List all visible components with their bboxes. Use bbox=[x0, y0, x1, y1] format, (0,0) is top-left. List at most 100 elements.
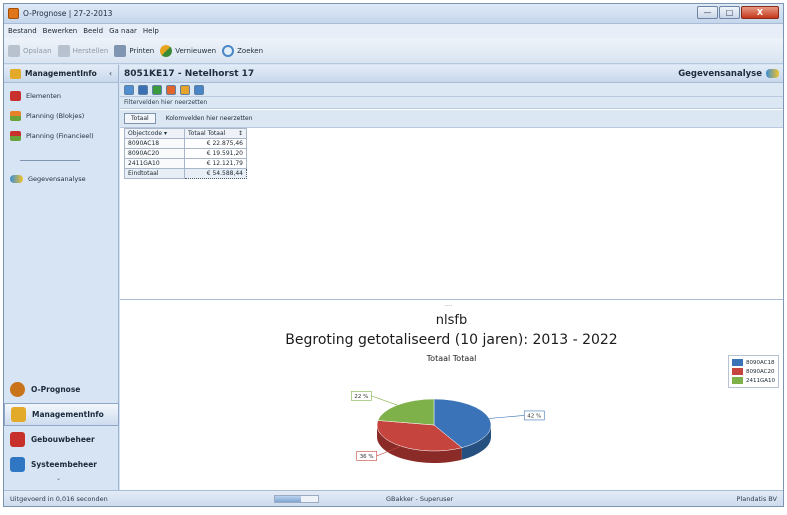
pie-data-label: 22 % bbox=[354, 394, 368, 400]
total-value[interactable]: € 54.588,44 bbox=[184, 168, 247, 179]
dropdown-icon[interactable]: ▾ bbox=[164, 130, 167, 137]
pie-chart: 42 % 36 % 22 % bbox=[351, 391, 545, 463]
planning-finance-icon bbox=[10, 131, 21, 141]
sidebar-divider bbox=[20, 160, 80, 161]
menu-ga-naar[interactable]: Ga naar bbox=[109, 27, 137, 35]
restore-button[interactable]: Herstellen bbox=[57, 44, 109, 57]
menu-bewerken[interactable]: Bewerken bbox=[43, 27, 78, 35]
row-code[interactable]: 2411GA10 bbox=[124, 158, 185, 169]
refresh-icon bbox=[160, 44, 173, 57]
window-controls: — □ X bbox=[697, 6, 779, 19]
nav-label: Systeembeheer bbox=[31, 460, 97, 469]
row-value[interactable]: € 19.591,20 bbox=[184, 148, 247, 159]
chart-icon[interactable] bbox=[180, 84, 190, 95]
sidebar-item-planning-financieel[interactable]: Planning (Financieel) bbox=[4, 126, 118, 146]
pie-label-leader bbox=[489, 415, 525, 419]
save-button[interactable]: Opslaan bbox=[8, 44, 52, 57]
close-button[interactable]: X bbox=[741, 6, 779, 19]
page-title: 8051KE17 - Netelhorst 17 bbox=[124, 68, 255, 79]
layout-icon[interactable] bbox=[138, 84, 148, 95]
section-title-label: Gegevensanalyse bbox=[678, 68, 762, 79]
legend-item: 8090AC18 bbox=[731, 358, 775, 367]
totaal-field-chip[interactable]: Totaal bbox=[124, 113, 156, 124]
refresh-button[interactable]: Vernieuwen bbox=[160, 44, 216, 57]
legend-label: 8090AC18 bbox=[745, 359, 775, 366]
table-row: 8090AC20 € 19.591,20 bbox=[124, 148, 247, 159]
field-list-icon[interactable] bbox=[124, 84, 134, 95]
nav-systeembeheer[interactable]: Systeembeheer bbox=[4, 453, 119, 476]
help-icon[interactable] bbox=[194, 84, 204, 95]
legend-label: 2411GA10 bbox=[745, 377, 775, 384]
print-label: Printen bbox=[129, 46, 155, 55]
legend-swatch bbox=[731, 377, 743, 384]
pivot-toolbar bbox=[120, 83, 783, 97]
table-row: 8090AC18 € 22.875,46 bbox=[124, 138, 247, 149]
menu-bestand[interactable]: Bestand bbox=[8, 27, 37, 35]
sort-icon[interactable]: ↕ bbox=[238, 130, 243, 137]
pie-label-leader bbox=[371, 395, 398, 406]
column-drop-hint: Kolomvelden hier neerzetten bbox=[165, 115, 253, 122]
data-analysis-icon bbox=[766, 69, 779, 78]
maximize-button[interactable]: □ bbox=[719, 6, 740, 19]
sidebar-item-label: Gegevensanalyse bbox=[28, 175, 86, 183]
planning-icon bbox=[10, 111, 21, 121]
nav-gebouwbeheer[interactable]: Gebouwbeheer bbox=[4, 428, 119, 451]
chart-panel: nlsfb Begroting getotaliseerd (10 jaren)… bbox=[120, 307, 783, 490]
save-icon bbox=[8, 44, 20, 57]
menu-beeld[interactable]: Beeld bbox=[83, 27, 103, 35]
row-value[interactable]: € 22.875,46 bbox=[184, 138, 247, 149]
nav-managementinfo[interactable]: ManagementInfo bbox=[4, 403, 119, 426]
menu-help[interactable]: Help bbox=[143, 27, 159, 35]
print-button[interactable]: Printen bbox=[114, 44, 155, 57]
sidebar-item-elementen[interactable]: Elementen bbox=[4, 86, 118, 106]
expand-navigation-icon[interactable]: ⌄ bbox=[56, 475, 61, 482]
objectcode-header[interactable]: Objectcode ▾ bbox=[124, 128, 185, 139]
legend-label: 8090AC20 bbox=[745, 368, 775, 375]
row-value[interactable]: € 12.121,79 bbox=[184, 158, 247, 169]
status-user: GBakker - Superuser bbox=[386, 495, 454, 503]
pivot-grid: Totaal Kolomvelden hier neerzetten Objec… bbox=[120, 110, 783, 300]
row-code[interactable]: 8090AC18 bbox=[124, 138, 185, 149]
main-panel: 8051KE17 - Netelhorst 17 Gegevensanalyse… bbox=[120, 65, 783, 490]
module-navigation: O-Prognose ManagementInfo Gebouwbeheer S… bbox=[4, 376, 119, 478]
legend-swatch bbox=[731, 368, 743, 375]
data-analysis-icon bbox=[10, 175, 23, 183]
filter-drop-zone[interactable]: Filtervelden hier neerzetten bbox=[120, 97, 783, 109]
nav-label: O-Prognose bbox=[31, 385, 81, 394]
pivot-table: Objectcode ▾ Totaal Totaal ↕ 8090AC18 € … bbox=[124, 128, 247, 179]
title-bar: O-Prognose | 27-2-2013 — □ X bbox=[4, 4, 783, 24]
sidebar-header-title: ManagementInfo bbox=[25, 69, 97, 78]
sidebar-item-label: Planning (Financieel) bbox=[26, 132, 94, 140]
sidebar-header: ManagementInfo ‹ bbox=[4, 65, 118, 83]
search-button[interactable]: Zoeken bbox=[222, 44, 263, 57]
app-logo-icon bbox=[8, 8, 19, 19]
column-drop-zone[interactable]: Totaal Kolomvelden hier neerzetten bbox=[120, 110, 783, 128]
restore-label: Herstellen bbox=[72, 46, 109, 55]
section-title: Gegevensanalyse bbox=[678, 69, 779, 79]
pie-data-label: 36 % bbox=[360, 454, 374, 460]
folder-red-icon bbox=[10, 91, 21, 101]
gear-icon bbox=[10, 382, 25, 397]
minimize-button[interactable]: — bbox=[697, 6, 718, 19]
pie-slice[interactable] bbox=[377, 398, 435, 426]
total-label: Eindtotaal bbox=[124, 168, 185, 179]
app-window: O-Prognose | 27-2-2013 — □ X Bestand Bew… bbox=[3, 3, 784, 507]
row-code[interactable]: 8090AC20 bbox=[124, 148, 185, 159]
window-title: O-Prognose | 27-2-2013 bbox=[23, 9, 113, 18]
excel-export-icon[interactable] bbox=[152, 84, 162, 95]
main-toolbar: Opslaan Herstellen Printen Vernieuwen Zo… bbox=[4, 38, 783, 64]
sidebar-item-gegevensanalyse[interactable]: Gegevensanalyse bbox=[4, 169, 118, 189]
sidebar: ManagementInfo ‹ Elementen Planning (Blo… bbox=[4, 65, 119, 490]
totaal-totaal-header[interactable]: Totaal Totaal ↕ bbox=[184, 128, 247, 139]
legend-item: 8090AC20 bbox=[731, 367, 775, 376]
legend-swatch bbox=[731, 359, 743, 366]
pie-data-label: 42 % bbox=[527, 413, 541, 419]
nav-o-prognose[interactable]: O-Prognose bbox=[4, 378, 119, 401]
building-icon bbox=[10, 432, 25, 447]
pdf-export-icon[interactable] bbox=[166, 84, 176, 95]
search-icon bbox=[222, 44, 235, 57]
collapse-sidebar-icon[interactable]: ‹ bbox=[109, 69, 112, 78]
status-execution-time: Uitgevoerd in 0,016 seconden bbox=[10, 495, 108, 503]
sidebar-item-planning-blokjes[interactable]: Planning (Blokjes) bbox=[4, 106, 118, 126]
main-header: 8051KE17 - Netelhorst 17 Gegevensanalyse bbox=[120, 65, 783, 83]
